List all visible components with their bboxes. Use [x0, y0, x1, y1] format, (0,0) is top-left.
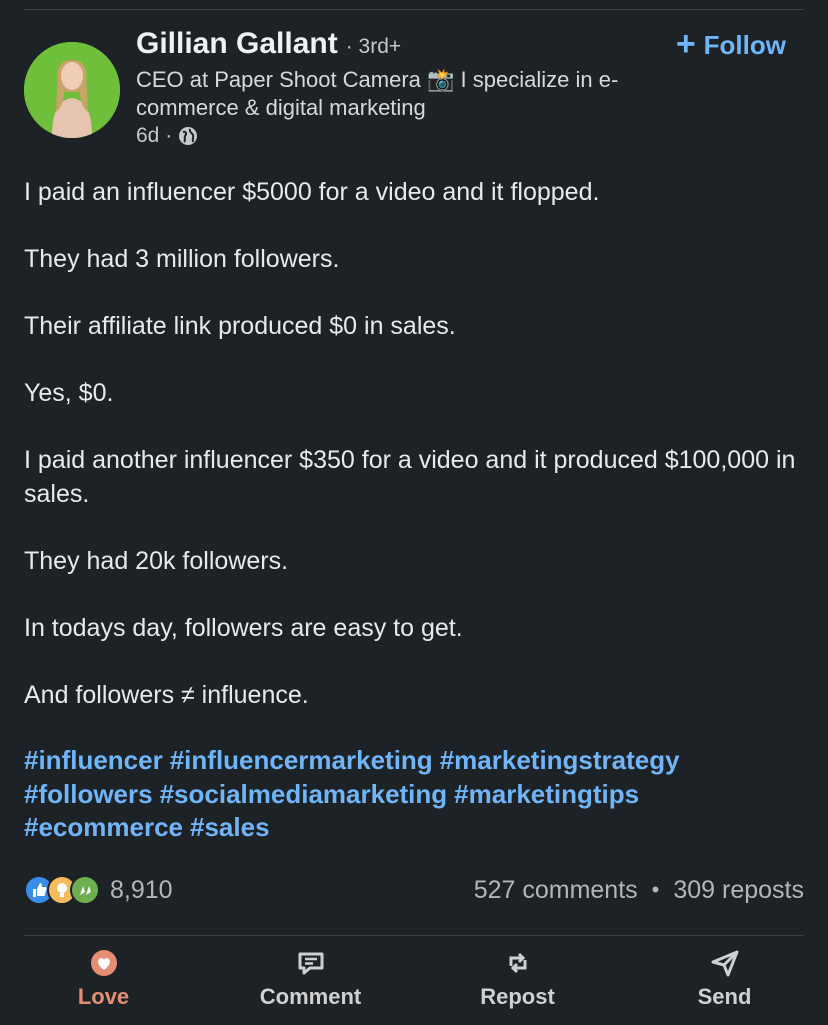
post-paragraph: Their affiliate link produced $0 in sale…: [24, 312, 456, 340]
post-paragraph: I paid another influencer $350 for a vid…: [24, 446, 796, 508]
hashtag-link[interactable]: #influencer: [24, 745, 163, 775]
post-paragraph: Yes, $0.: [24, 379, 114, 407]
love-button[interactable]: Love: [0, 946, 207, 1016]
send-label: Send: [697, 984, 752, 1009]
avatar-image: [24, 42, 120, 138]
send-button[interactable]: Send: [621, 946, 828, 1016]
hashtag-link[interactable]: #followers: [24, 779, 153, 809]
author-name[interactable]: Gillian Gallant: [136, 27, 338, 61]
post-paragraph: In todays day, followers are easy to get…: [24, 613, 463, 642]
celebrate-icon: [70, 875, 100, 905]
avatar[interactable]: [24, 42, 120, 138]
comment-label: Comment: [259, 984, 362, 1009]
hashtag-list: #influencer #influencermarketing #marketin…: [24, 744, 804, 845]
repost-icon: [509, 952, 526, 974]
post-paragraph: They had 3 million followers.: [24, 245, 340, 273]
engagement-links: 527 comments • 309 reposts: [474, 876, 804, 905]
author-name-row: Gillian Gallant · 3rd+: [136, 27, 401, 61]
hashtag-link[interactable]: #marketingtips: [454, 779, 639, 809]
post-paragraph: And followers ≠ influence.: [24, 680, 309, 709]
comments-count[interactable]: 527 comments: [474, 876, 638, 905]
post-paragraph: They had 20k followers.: [24, 546, 289, 575]
heart-icon: [90, 950, 117, 976]
comment-icon: [298, 952, 323, 975]
reaction-count: 8,910: [110, 875, 173, 904]
plus-icon: +: [675, 25, 696, 63]
follow-label: Follow: [703, 30, 786, 60]
comment-button[interactable]: Comment: [207, 946, 414, 1016]
hashtag-link[interactable]: #marketingstrategy: [440, 745, 680, 775]
connection-degree: · 3rd+: [345, 35, 402, 58]
hashtag-link[interactable]: #socialmediamarketing: [160, 779, 448, 809]
top-divider: [24, 9, 804, 10]
repost-label: Repost: [480, 984, 555, 1009]
love-label: Love: [77, 984, 130, 1009]
social-counts: 8,910 527 comments • 309 reposts: [24, 872, 804, 908]
separator-dot: •: [651, 877, 660, 902]
reposts-count[interactable]: 309 reposts: [673, 876, 804, 905]
bottom-divider: [24, 935, 804, 936]
post-body: I paid an influencer $5000 for a video a…: [24, 176, 804, 746]
reaction-summary[interactable]: 8,910: [24, 875, 173, 905]
action-bar: Love Comment Repost Send: [0, 946, 828, 1016]
hashtag-link[interactable]: #ecommerce: [24, 812, 183, 842]
post-time: 6d ·: [136, 124, 173, 147]
post-paragraph: I paid an influencer $5000 for a video a…: [24, 178, 600, 206]
author-headline: CEO at Paper Shoot Camera 📸 I specialize…: [136, 67, 619, 120]
post-meta: 6d ·: [136, 124, 198, 148]
follow-button[interactable]: + Follow: [675, 25, 786, 63]
globe-icon: [179, 127, 198, 145]
hashtag-link[interactable]: #sales: [190, 812, 270, 842]
send-icon: [711, 950, 738, 977]
repost-button[interactable]: Repost: [414, 946, 621, 1016]
hashtag-link[interactable]: #influencermarketing: [170, 745, 433, 775]
